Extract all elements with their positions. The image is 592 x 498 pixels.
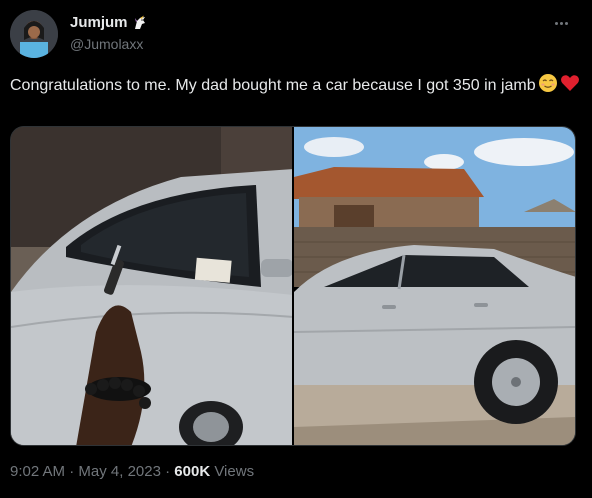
tweet-time[interactable]: 9:02 AM [10, 463, 65, 480]
car-key-photo-image [11, 127, 292, 445]
meta-separator: · [65, 463, 79, 480]
views-label: Views [210, 463, 255, 480]
meta-separator: · [160, 463, 175, 480]
display-name[interactable]: Jumjum [70, 14, 148, 31]
avatar[interactable] [10, 10, 58, 58]
unicorn-emoji-icon [134, 15, 145, 29]
display-name-text[interactable]: Jumjum [70, 14, 128, 31]
tweet-text-body: Congratulations to me. My dad bought me … [10, 77, 536, 94]
tweet-meta: 9:02 AM · May 4, 2023 · 600K Views [10, 463, 254, 480]
tweet-media[interactable] [10, 126, 576, 446]
photo-car-key[interactable] [11, 127, 292, 445]
relieved-face-emoji-icon [538, 74, 557, 92]
tweet-header: Jumjum @Jumolaxx [10, 10, 582, 60]
tweet-date[interactable]: May 4, 2023 [78, 463, 161, 480]
car-side-photo-image [294, 127, 575, 445]
tweet-text: Congratulations to me. My dad bought me … [10, 73, 582, 97]
photo-car-side[interactable] [294, 127, 575, 445]
user-handle[interactable]: @Jumolaxx [70, 36, 148, 52]
more-options-icon[interactable] [554, 12, 578, 32]
red-heart-emoji-icon [560, 75, 579, 91]
views-count: 600K [174, 463, 211, 480]
